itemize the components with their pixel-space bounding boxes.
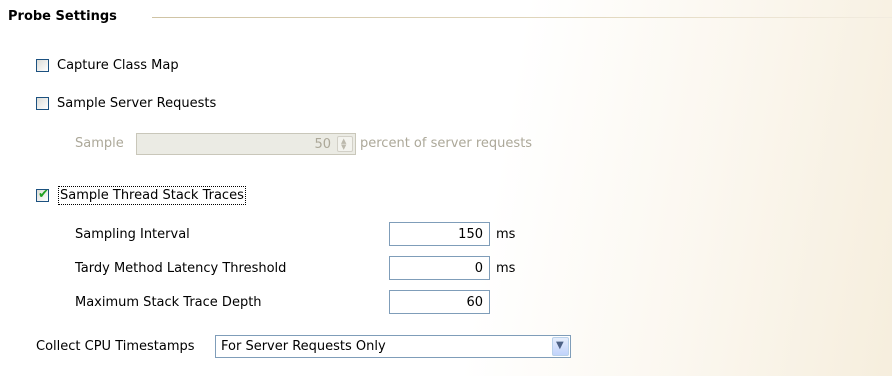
- tardy-threshold-value: 0: [474, 261, 483, 276]
- collect-cpu-selected: For Server Requests Only: [221, 339, 386, 354]
- capture-class-map-checkbox[interactable]: [36, 59, 49, 72]
- section-title: Probe Settings: [8, 9, 117, 24]
- collect-cpu-dropdown[interactable]: For Server Requests Only ▼: [215, 335, 571, 358]
- tardy-threshold-unit: ms: [496, 261, 516, 276]
- sample-thread-stack-traces-checkbox[interactable]: ✔: [36, 187, 49, 202]
- tardy-threshold-label: Tardy Method Latency Threshold: [75, 261, 287, 276]
- sample-percent-value: 50: [314, 137, 331, 152]
- section-divider: [152, 17, 892, 18]
- sample-thread-stack-traces-label[interactable]: Sample Thread Stack Traces: [58, 186, 246, 205]
- max-stack-depth-field[interactable]: 60: [389, 290, 490, 314]
- check-mark-icon: ✔: [38, 187, 49, 202]
- chevron-down-icon[interactable]: ▼: [552, 337, 569, 356]
- collect-cpu-label: Collect CPU Timestamps: [36, 339, 195, 354]
- sampling-interval-unit: ms: [496, 227, 516, 242]
- capture-class-map-label[interactable]: Capture Class Map: [57, 58, 179, 73]
- sampling-interval-field[interactable]: 150: [389, 222, 490, 246]
- sample-suffix-label: percent of server requests: [360, 136, 533, 151]
- spinner-arrows-icon: ▲ ▼: [337, 136, 353, 152]
- tardy-threshold-field[interactable]: 0: [389, 256, 490, 280]
- sample-percent-spinner: 50 ▲ ▼: [136, 133, 356, 155]
- sample-server-requests-checkbox[interactable]: [36, 97, 49, 110]
- sampling-interval-value: 150: [458, 227, 483, 242]
- sample-label: Sample: [75, 136, 124, 151]
- max-stack-depth-value: 60: [466, 295, 483, 310]
- sampling-interval-label: Sampling Interval: [75, 227, 190, 242]
- max-stack-depth-label: Maximum Stack Trace Depth: [75, 295, 262, 310]
- sample-server-requests-label[interactable]: Sample Server Requests: [57, 96, 216, 111]
